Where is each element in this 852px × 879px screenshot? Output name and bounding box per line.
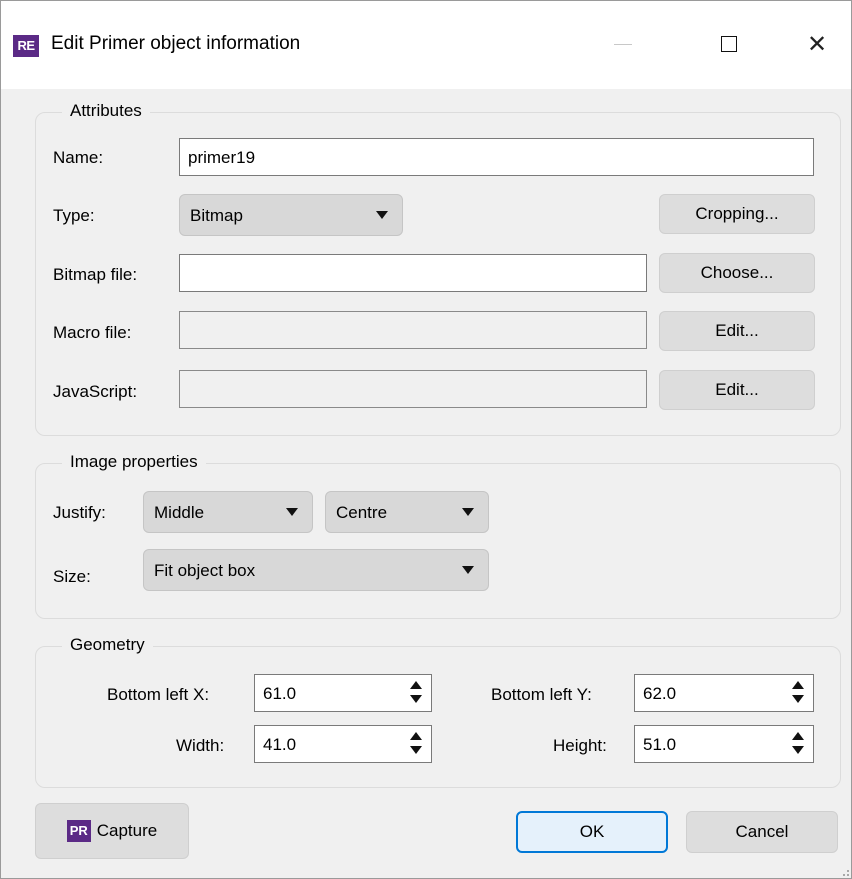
geometry-group: Geometry xyxy=(35,635,841,788)
justify-label: Justify: xyxy=(53,503,106,522)
height-input[interactable]: 51.0 xyxy=(634,725,814,763)
name-label: Name: xyxy=(53,148,104,167)
macro-file-label: Macro file: xyxy=(53,323,132,342)
justify-horizontal-select[interactable]: Centre xyxy=(325,491,489,533)
width-input[interactable]: 41.0 xyxy=(254,725,432,763)
close-icon: ✕ xyxy=(806,30,828,58)
width-label: Width: xyxy=(176,736,225,755)
justify-horizontal-value: Centre xyxy=(336,503,388,522)
maximize-icon xyxy=(721,36,737,52)
size-value: Fit object box xyxy=(154,561,256,580)
javascript-edit-button[interactable]: Edit... xyxy=(659,370,815,410)
cancel-button[interactable]: Cancel xyxy=(686,811,838,853)
close-button[interactable]: ✕ xyxy=(787,21,847,67)
height-label: Height: xyxy=(553,736,607,755)
justify-vertical-value: Middle xyxy=(154,503,205,522)
name-value: primer19 xyxy=(188,148,256,167)
type-label: Type: xyxy=(53,206,95,225)
size-label: Size: xyxy=(53,567,91,586)
attributes-group-title: Attributes xyxy=(62,101,150,121)
type-select[interactable]: Bitmap xyxy=(179,194,403,236)
maximize-button[interactable] xyxy=(699,21,759,67)
ok-button[interactable]: OK xyxy=(516,811,668,853)
minimize-icon xyxy=(614,43,632,45)
image-properties-group: Image properties xyxy=(35,452,841,619)
bitmap-file-label: Bitmap file: xyxy=(53,265,138,284)
macro-file-input[interactable] xyxy=(179,311,647,349)
javascript-label: JavaScript: xyxy=(53,382,138,401)
bottom-left-y-value: 62.0 xyxy=(643,684,677,703)
chevron-down-icon xyxy=(376,211,388,219)
title-bar[interactable]: RE Edit Primer object information ✕ xyxy=(1,1,851,89)
chevron-down-icon xyxy=(286,508,298,516)
macro-edit-button[interactable]: Edit... xyxy=(659,311,815,351)
spin-arrows-icon[interactable] xyxy=(791,732,805,756)
minimize-button[interactable] xyxy=(593,21,653,67)
edit-primer-dialog: RE Edit Primer object information ✕ Attr… xyxy=(0,0,852,879)
capture-button-label: Capture xyxy=(96,821,158,840)
justify-vertical-select[interactable]: Middle xyxy=(143,491,313,533)
name-input[interactable]: primer19 xyxy=(179,138,814,176)
cropping-button[interactable]: Cropping... xyxy=(659,194,815,234)
width-value: 41.0 xyxy=(263,735,297,754)
resize-grip-icon[interactable] xyxy=(839,866,849,876)
bitmap-file-input[interactable] xyxy=(179,254,647,292)
bottom-left-x-input[interactable]: 61.0 xyxy=(254,674,432,712)
bottom-left-y-label: Bottom left Y: xyxy=(491,685,592,704)
type-value: Bitmap xyxy=(190,206,243,225)
bottom-left-x-value: 61.0 xyxy=(263,684,297,703)
bottom-left-y-input[interactable]: 62.0 xyxy=(634,674,814,712)
chevron-down-icon xyxy=(462,566,474,574)
pr-capture-icon: PR xyxy=(66,820,91,842)
javascript-input[interactable] xyxy=(179,370,647,408)
geometry-group-title: Geometry xyxy=(62,635,153,655)
height-value: 51.0 xyxy=(643,735,677,754)
dialog-title: Edit Primer object information xyxy=(51,33,301,54)
spin-arrows-icon[interactable] xyxy=(409,681,423,705)
spin-arrows-icon[interactable] xyxy=(791,681,805,705)
capture-button[interactable]: PR Capture xyxy=(35,803,189,859)
bottom-left-x-label: Bottom left X: xyxy=(107,685,210,704)
size-select[interactable]: Fit object box xyxy=(143,549,489,591)
re-app-icon: RE xyxy=(13,35,39,57)
chevron-down-icon xyxy=(462,508,474,516)
image-properties-group-title: Image properties xyxy=(62,452,206,472)
spin-arrows-icon[interactable] xyxy=(409,732,423,756)
choose-button[interactable]: Choose... xyxy=(659,253,815,293)
